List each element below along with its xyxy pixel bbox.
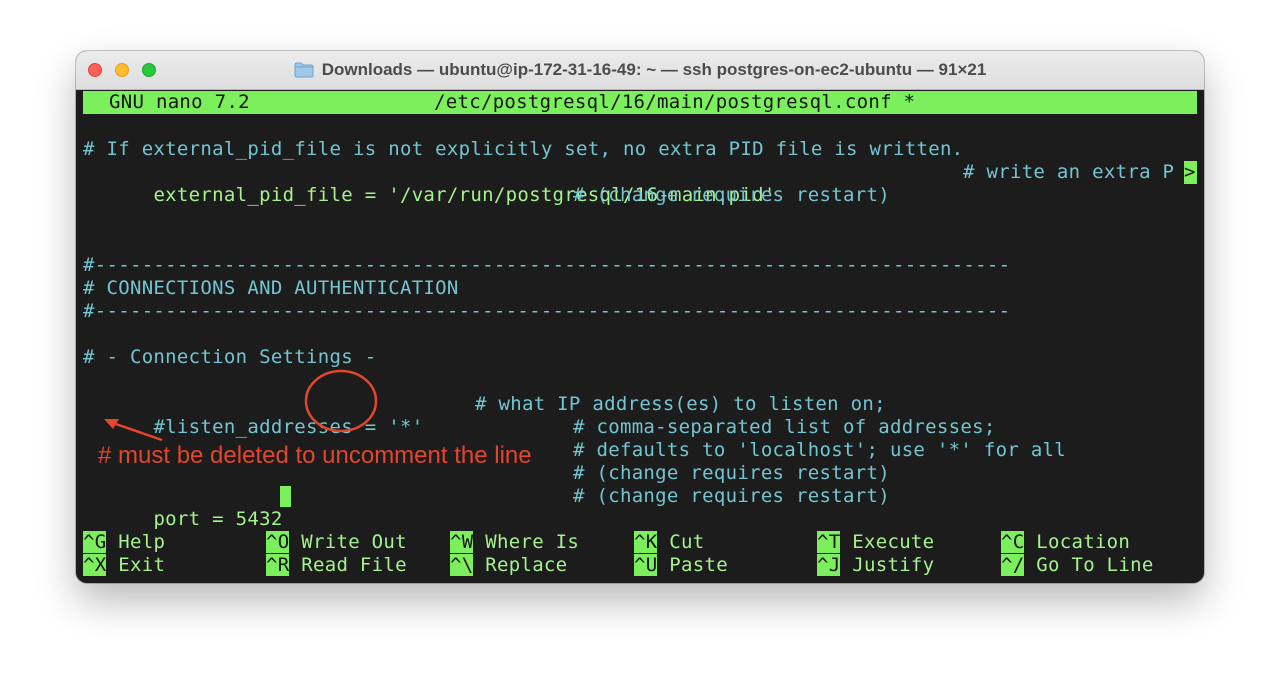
shortcut-location[interactable]: ^C Location (1001, 531, 1130, 554)
listen-addresses-line[interactable]: #listen_addresses = '*' # what IP addres… (83, 393, 885, 438)
text-cursor (280, 486, 291, 507)
shortcut-label: Execute (852, 531, 935, 553)
shortcut-execute[interactable]: ^T Execute (817, 531, 934, 554)
shortcut-justify[interactable]: ^J Justify (817, 554, 934, 577)
shortcut-where-is[interactable]: ^W Where Is (450, 531, 579, 554)
shortcut-key: ^G (83, 531, 107, 553)
code-comment[interactable]: # comma-separated list of addresses; (573, 416, 996, 439)
shortcut-label: Location (1036, 531, 1131, 553)
code-comment: # what IP address(es) to listen on; (475, 393, 886, 415)
title-bar[interactable]: Downloads — ubuntu@ip-172-31-16-49: ~ — … (76, 51, 1204, 90)
shortcut-replace[interactable]: ^\ Replace (450, 554, 567, 577)
shortcut-go-to-line[interactable]: ^/ Go To Line (1001, 554, 1154, 577)
shortcut-key: ^R (266, 554, 290, 576)
shortcut-cut[interactable]: ^K Cut (634, 531, 704, 554)
code-text: port = 5432 (153, 508, 283, 531)
code-line[interactable]: #---------------------------------------… (83, 254, 1010, 277)
shortcut-key: ^\ (450, 554, 474, 576)
terminal-window: Downloads — ubuntu@ip-172-31-16-49: ~ — … (76, 51, 1204, 583)
shortcut-key: ^X (83, 554, 107, 576)
code-comment: # write an extra P (963, 161, 1175, 183)
line-overflow-marker: > (1184, 161, 1197, 185)
shortcut-key: ^U (634, 554, 658, 576)
shortcut-label: Replace (485, 554, 568, 576)
shortcut-help[interactable]: ^G Help (83, 531, 165, 554)
shortcut-key: ^T (817, 531, 841, 553)
nano-filename: /etc/postgresql/16/main/postgresql.conf … (434, 91, 916, 113)
folder-icon (294, 62, 314, 78)
code-line[interactable]: # CONNECTIONS AND AUTHENTICATION (83, 277, 459, 300)
code-comment[interactable]: # (change requires restart) (573, 462, 890, 485)
shortcut-key: ^J (817, 554, 841, 576)
code-text: #listen_addresses = '*' (153, 416, 424, 439)
code-comment[interactable]: # defaults to 'localhost'; use '*' for a… (573, 439, 1066, 462)
shortcut-label: Write Out (301, 531, 407, 553)
shortcut-label: Help (118, 531, 166, 553)
shortcut-label: Cut (669, 531, 705, 553)
window-title: Downloads — ubuntu@ip-172-31-16-49: ~ — … (76, 60, 1204, 80)
shortcut-key: ^C (1001, 531, 1025, 553)
shortcut-label: Exit (118, 554, 166, 576)
nano-editor[interactable]: GNU nano 7.2 /etc/postgresql/16/main/pos… (76, 90, 1204, 583)
port-line[interactable]: port = 5432 # (change requires restart) (83, 485, 1197, 530)
shortcut-write-out[interactable]: ^O Write Out (266, 531, 407, 554)
code-comment[interactable]: # (change requires restart) (573, 184, 890, 207)
code-line[interactable]: external_pid_file = '/var/run/postgresql… (83, 161, 1197, 206)
shortcut-key: ^O (266, 531, 290, 553)
nano-title-bar: GNU nano 7.2 /etc/postgresql/16/main/pos… (83, 91, 1197, 114)
nano-version: GNU nano 7.2 (109, 91, 250, 113)
shortcut-label: Where Is (485, 531, 580, 553)
code-line[interactable]: # If external_pid_file is not explicitly… (83, 138, 963, 161)
shortcut-label: Read File (301, 554, 407, 576)
shortcut-label: Go To Line (1036, 554, 1154, 576)
code-line[interactable]: #---------------------------------------… (83, 300, 1010, 323)
shortcut-key: ^/ (1001, 554, 1025, 576)
shortcut-key: ^W (450, 531, 474, 553)
shortcut-paste[interactable]: ^U Paste (634, 554, 728, 577)
code-line[interactable]: # - Connection Settings - (83, 346, 376, 369)
shortcut-label: Justify (852, 554, 935, 576)
shortcut-read-file[interactable]: ^R Read File (266, 554, 407, 577)
shortcut-exit[interactable]: ^X Exit (83, 554, 165, 577)
shortcut-label: Paste (669, 554, 728, 576)
annotation-note: # must be deleted to uncomment the line (98, 442, 532, 469)
window-title-text: Downloads — ubuntu@ip-172-31-16-49: ~ — … (321, 60, 987, 79)
shortcut-key: ^K (634, 531, 658, 553)
code-comment: # (change requires restart) (573, 485, 890, 507)
